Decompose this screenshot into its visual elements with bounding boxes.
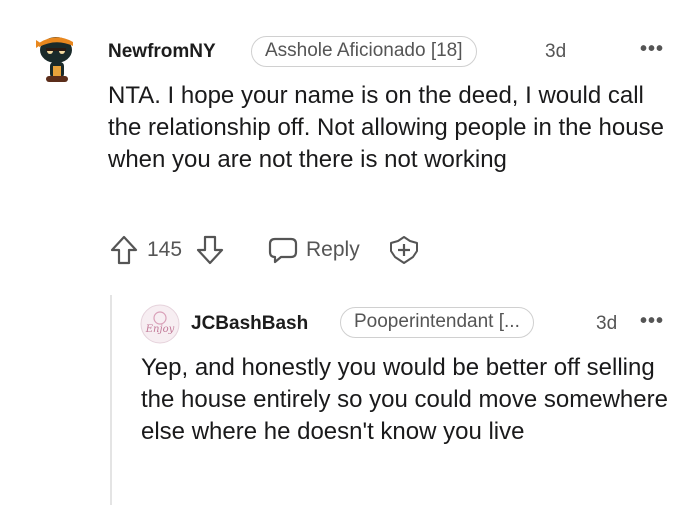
thread-line[interactable] bbox=[110, 295, 112, 505]
downvote-button[interactable] bbox=[196, 235, 224, 265]
upvote-button[interactable] bbox=[110, 235, 138, 265]
comment-username[interactable]: NewfromNY bbox=[108, 41, 216, 63]
comment-body: NTA. I hope your name is on the deed, I … bbox=[108, 82, 664, 173]
user-avatar[interactable] bbox=[26, 26, 86, 86]
comment-user-flair: Asshole Aficionado [18] bbox=[251, 36, 477, 67]
comment-timestamp: 3d bbox=[545, 41, 567, 62]
reply-label[interactable]: Reply bbox=[306, 238, 360, 262]
reply-body: Yep, and honestly you would be better of… bbox=[141, 354, 668, 445]
pink-enjoy-avatar-icon: Enjoy bbox=[140, 304, 180, 344]
reply-more-options-button[interactable]: ••• bbox=[640, 310, 664, 333]
reply-user-flair: Pooperintendant [... bbox=[340, 307, 534, 338]
avatar-logo-text: Enjoy bbox=[145, 324, 175, 335]
reply-timestamp: 3d bbox=[596, 313, 618, 334]
comment-more-options-button[interactable]: ••• bbox=[640, 38, 664, 61]
chat-bubble-icon bbox=[268, 237, 298, 264]
reply-user-avatar[interactable]: Enjoy bbox=[140, 304, 180, 344]
snoo-pirate-avatar-icon bbox=[36, 37, 73, 82]
reply-button[interactable] bbox=[268, 236, 298, 264]
award-add-icon bbox=[390, 236, 418, 264]
vote-count: 145 bbox=[147, 238, 183, 261]
upvote-arrow-icon bbox=[110, 235, 138, 265]
reply-username[interactable]: JCBashBash bbox=[191, 313, 308, 335]
award-button[interactable] bbox=[388, 235, 420, 265]
downvote-arrow-icon bbox=[196, 235, 224, 265]
